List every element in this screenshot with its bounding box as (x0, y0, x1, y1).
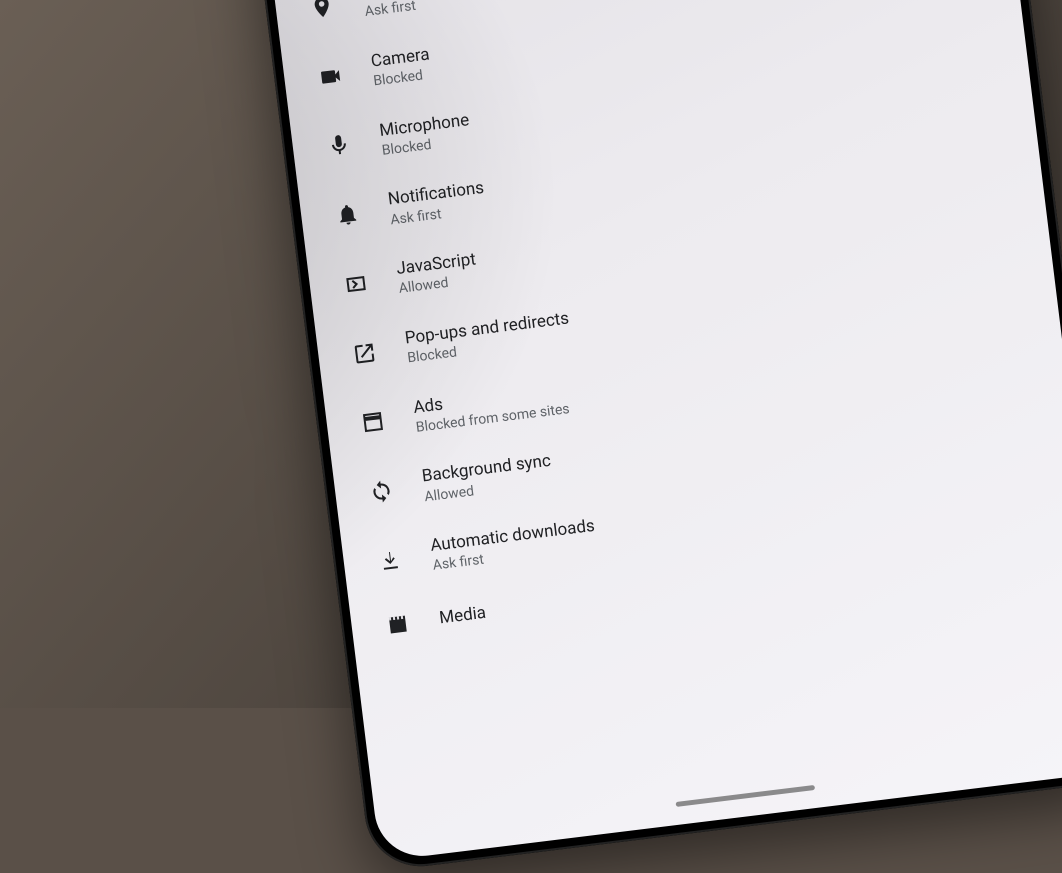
site-settings-list: Location Ask first Camera Blocked (272, 0, 1062, 659)
bell-icon (332, 199, 363, 230)
download-icon (374, 545, 405, 576)
setting-title: Media (438, 603, 487, 630)
phone-frame: Location Ask first Camera Blocked (250, 0, 1062, 873)
sync-icon (366, 476, 397, 507)
phone-screen: Location Ask first Camera Blocked (261, 0, 1062, 861)
camera-icon (315, 61, 346, 92)
open-in-new-icon (349, 338, 380, 369)
window-icon (357, 407, 388, 438)
setting-subtitle: Ask first (364, 0, 431, 22)
location-pin-icon (306, 0, 337, 23)
code-enter-icon (340, 268, 371, 299)
media-icon (382, 609, 413, 640)
nav-bar-indicator[interactable] (676, 785, 816, 807)
microphone-icon (323, 130, 354, 161)
